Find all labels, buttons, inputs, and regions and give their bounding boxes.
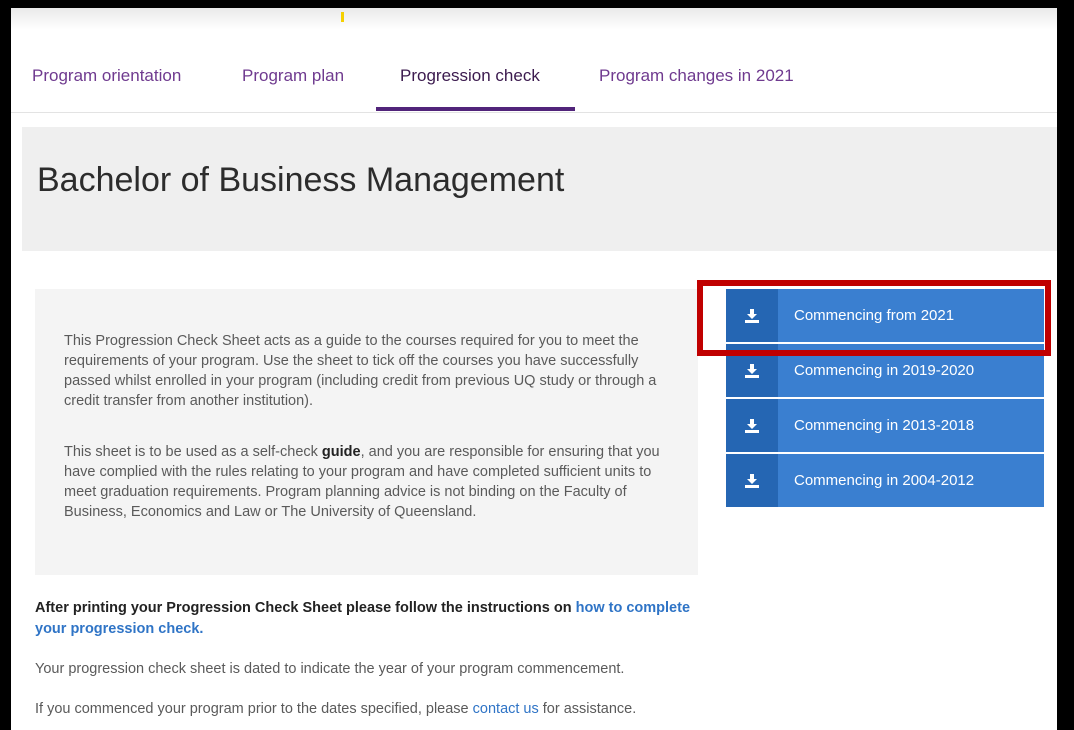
download-label: Commencing in 2004-2012: [794, 472, 975, 489]
intro-paragraph-1: This Progression Check Sheet acts as a g…: [64, 333, 657, 409]
guide-emphasis: guide: [321, 444, 361, 460]
intro-paragraph-2: This sheet is to be used as a self-check…: [64, 444, 660, 520]
after-printing-note: After printing your Progression Check Sh…: [35, 600, 691, 637]
download-button-2004-2012[interactable]: Commencing in 2004-2012: [726, 454, 1044, 507]
contact-us-link[interactable]: contact us: [473, 701, 539, 717]
download-button-2019-2020[interactable]: Commencing in 2019-2020: [726, 344, 1044, 397]
active-tab-indicator: [376, 107, 575, 111]
top-strip: [11, 8, 1057, 30]
page-title: Bachelor of Business Management: [37, 161, 565, 199]
tab-program-changes-2021[interactable]: Program changes in 2021: [599, 40, 794, 112]
download-label: Commencing from 2021: [794, 307, 955, 324]
download-icon: [726, 454, 778, 507]
download-button-2013-2018[interactable]: Commencing in 2013-2018: [726, 399, 1044, 452]
download-label: Commencing in 2019-2020: [794, 362, 975, 379]
tab-program-orientation[interactable]: Program orientation: [32, 40, 181, 112]
tab-progression-check[interactable]: Progression check: [400, 40, 540, 112]
download-label: Commencing in 2013-2018: [794, 417, 975, 434]
download-list: Commencing from 2021 Commencing in 2019-…: [726, 289, 1044, 509]
tab-program-plan[interactable]: Program plan: [242, 40, 344, 112]
download-icon: [726, 344, 778, 397]
contact-note: If you commenced your program prior to t…: [35, 701, 637, 717]
download-icon: [726, 399, 778, 452]
browser-page: Program orientation Program plan Progres…: [11, 8, 1057, 730]
page-header: Bachelor of Business Management: [22, 127, 1057, 251]
intro-box: This Progression Check Sheet acts as a g…: [35, 289, 698, 575]
dated-note: Your progression check sheet is dated to…: [35, 661, 625, 677]
download-button-2021[interactable]: Commencing from 2021: [726, 289, 1044, 342]
download-icon: [726, 289, 778, 342]
cursor-mark: [341, 12, 344, 22]
program-tabs: Program orientation Program plan Progres…: [11, 40, 1057, 113]
